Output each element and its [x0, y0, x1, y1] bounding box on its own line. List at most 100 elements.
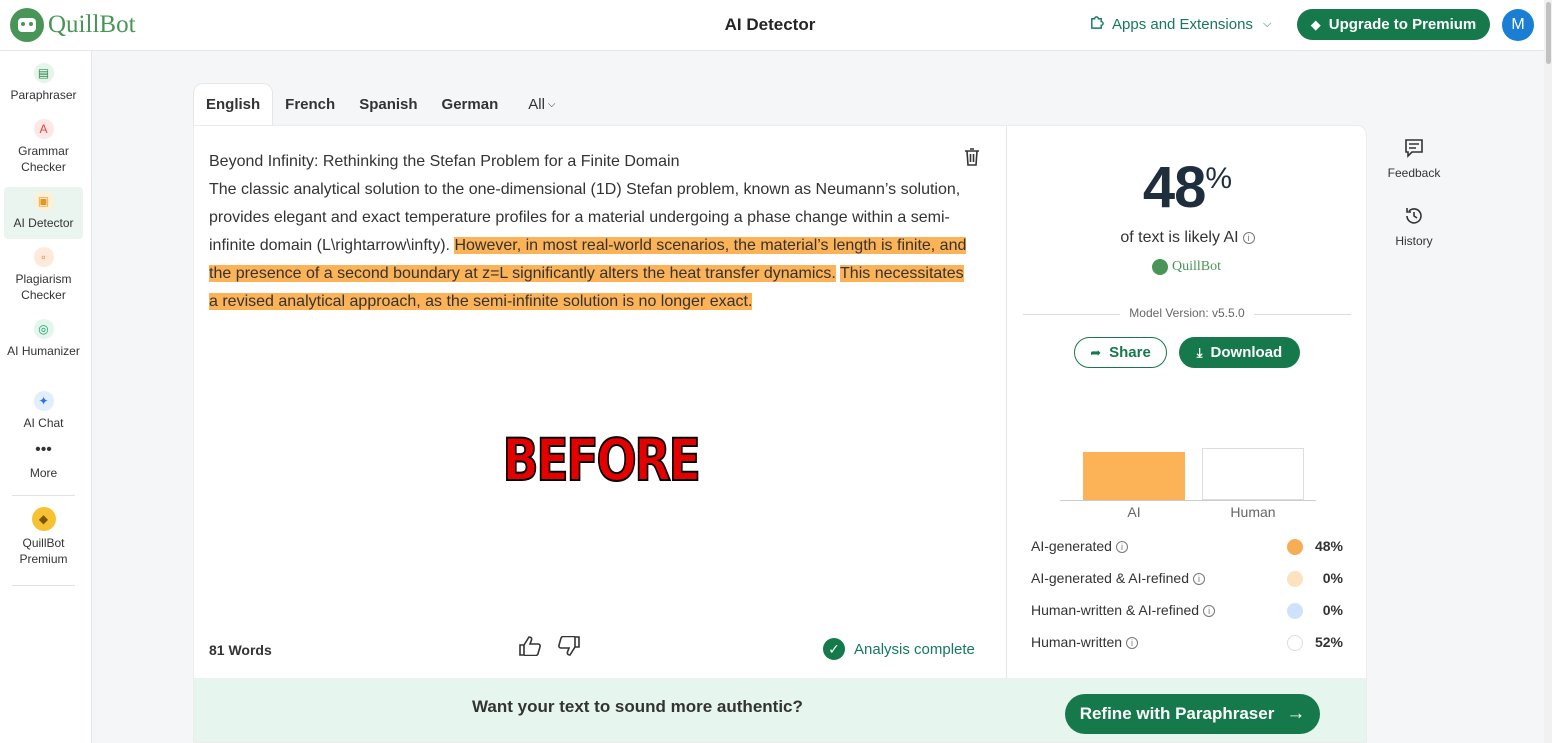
- info-icon[interactable]: i: [1193, 573, 1205, 586]
- document-title-line: Beyond Infinity: Rethinking the Stefan P…: [209, 153, 680, 170]
- sidebar-item-label: QuillBot Premium: [19, 536, 68, 566]
- history-button[interactable]: History: [1378, 206, 1450, 248]
- refine-with-paraphraser-button[interactable]: Refine with Paraphraser →: [1065, 694, 1320, 734]
- info-icon[interactable]: i: [1115, 541, 1128, 554]
- grammar-checker-icon: A: [33, 119, 54, 139]
- tab-french[interactable]: French: [273, 83, 347, 125]
- ai-score-suffix: %: [1205, 162, 1233, 195]
- sidebar-item-plagiarism-checker[interactable]: ▫ Plagiarism Checker: [4, 247, 83, 309]
- share-label: Share: [1109, 344, 1151, 361]
- avatar[interactable]: M: [1502, 9, 1534, 41]
- feedback-button[interactable]: Feedback: [1378, 138, 1450, 180]
- text-editor[interactable]: Beyond Infinity: Rethinking the Stefan P…: [194, 126, 1007, 678]
- more-icon: •••: [35, 441, 52, 458]
- editor-footer: 81 Words ✓ Analysis complete: [194, 632, 1007, 666]
- breakdown-label: AI-generated & AI-refined i: [1031, 570, 1205, 586]
- banner-message: Want your text to sound more authentic?: [472, 697, 803, 716]
- sidebar-item-more[interactable]: ••• More: [4, 441, 83, 485]
- breakdown-row-ai-generated: AI-generated i 48%: [1031, 536, 1343, 556]
- breakdown-swatch: [1287, 539, 1303, 555]
- likely-ai-label: of text is likely AI: [1120, 229, 1239, 246]
- sidebar-item-label: AI Chat: [23, 416, 64, 430]
- sidebar-item-grammar-checker[interactable]: A Grammar Checker: [4, 119, 83, 181]
- chart-label-ai: AI: [1127, 504, 1141, 520]
- refine-label: Refine with Paraphraser: [1079, 704, 1275, 723]
- sidebar-divider: [12, 495, 75, 496]
- share-button[interactable]: ➦ Share: [1074, 337, 1167, 368]
- analysis-status: ✓ Analysis complete: [823, 638, 975, 660]
- word-count: 81 Words: [209, 642, 272, 658]
- top-bar: QuillBot AI Detector Apps and Extensions…: [0, 0, 1552, 51]
- before-overlay-label: BEFORE: [502, 425, 702, 495]
- tab-german[interactable]: German: [430, 83, 511, 125]
- sidebar-item-label: More: [29, 466, 58, 480]
- language-tabs: English French Spanish German All ⌵: [193, 83, 568, 125]
- thumbs-up-icon[interactable]: [519, 636, 541, 662]
- upgrade-button[interactable]: ◆ Upgrade to Premium: [1297, 9, 1490, 40]
- ai-humanizer-icon: ◎: [33, 319, 54, 339]
- brand-text: QuillBot: [1172, 259, 1222, 274]
- info-icon[interactable]: i: [1126, 637, 1139, 650]
- sidebar-item-ai-chat[interactable]: ✦ AI Chat: [4, 391, 83, 437]
- feedback-icon: [1378, 138, 1450, 162]
- sidebar-item-label: AI Detector: [13, 216, 74, 230]
- tab-english[interactable]: English: [193, 83, 274, 125]
- sidebar-item-quillbot-premium[interactable]: ◆ QuillBot Premium: [4, 507, 83, 569]
- breakdown-value: 52%: [1314, 634, 1343, 650]
- results-panel: 48% of text is likely AI i QuillBot Model…: [1007, 126, 1366, 678]
- download-button[interactable]: ⤓ Download: [1179, 337, 1300, 368]
- refine-banner: Want your text to sound more authentic? …: [194, 678, 1366, 742]
- quillbot-brand-mark: QuillBot: [1152, 259, 1221, 275]
- tab-spanish[interactable]: Spanish: [347, 83, 429, 125]
- tab-all-languages[interactable]: All ⌵: [516, 83, 567, 125]
- model-version: Model Version: v5.5.0: [1023, 306, 1351, 322]
- download-label: Download: [1210, 344, 1283, 361]
- chart-bar-ai: [1083, 452, 1185, 500]
- download-icon: ⤓: [1196, 344, 1203, 360]
- likely-ai-text: of text is likely AI i: [1007, 229, 1366, 247]
- feedback-label: Feedback: [1387, 166, 1441, 180]
- breakdown-row-human-written-ai-refined: Human-written & AI-refined i 0%: [1031, 600, 1343, 620]
- sidebar-item-label: Grammar Checker: [18, 144, 69, 174]
- paraphraser-icon: ▤: [33, 63, 54, 83]
- sidebar-item-label: AI Humanizer: [7, 344, 80, 358]
- breakdown-label: Human-written i: [1031, 634, 1139, 650]
- sidebar-item-label: Plagiarism Checker: [15, 272, 72, 302]
- history-label: History: [1395, 234, 1433, 248]
- scrollbar-thumb[interactable]: [1546, 2, 1551, 64]
- sidebar-item-ai-detector[interactable]: ▣ AI Detector: [4, 187, 83, 239]
- puzzle-icon: [1089, 15, 1104, 34]
- breakdown-value: 48%: [1314, 538, 1343, 554]
- breakdown-swatch: [1287, 635, 1303, 651]
- chart-axis: [1060, 500, 1316, 501]
- ai-vs-human-chart: AI Human: [1060, 426, 1316, 522]
- apps-and-extensions-menu[interactable]: Apps and Extensions ⌵: [1089, 15, 1271, 34]
- model-version-label: Model Version: v5.5.0: [1120, 306, 1254, 320]
- breakdown-label: Human-written & AI-refined i: [1031, 602, 1216, 618]
- share-icon: ➦: [1090, 344, 1102, 360]
- sidebar-item-paraphraser[interactable]: ▤ Paraphraser: [4, 63, 83, 109]
- breakdown-row-human-written: Human-written i 52%: [1031, 632, 1343, 652]
- breakdown-label: AI-generated i: [1031, 538, 1128, 554]
- document-text[interactable]: Beyond Infinity: Rethinking the Stefan P…: [209, 148, 969, 316]
- ai-chat-icon: ✦: [33, 391, 54, 411]
- breakdown-swatch: [1287, 571, 1303, 587]
- info-icon[interactable]: i: [1203, 605, 1216, 618]
- sidebar-item-ai-humanizer[interactable]: ◎ AI Humanizer: [4, 319, 83, 381]
- thumbs-down-icon[interactable]: [558, 635, 580, 662]
- chart-label-human: Human: [1230, 504, 1276, 520]
- ai-detector-icon: ▣: [33, 191, 54, 211]
- ai-score-value: 48: [1142, 155, 1207, 220]
- arrow-right-icon: →: [1286, 703, 1306, 724]
- premium-gem-icon: ◆: [31, 507, 56, 531]
- check-circle-icon: ✓: [823, 638, 845, 660]
- breakdown-row-ai-generated-ai-refined: AI-generated & AI-refined i 0%: [1031, 568, 1343, 588]
- sidebar: ▤ Paraphraser A Grammar Checker ▣ AI Det…: [0, 51, 92, 743]
- sidebar-item-label: Paraphraser: [10, 88, 77, 102]
- detector-card: Beyond Infinity: Rethinking the Stefan P…: [193, 125, 1367, 743]
- apps-label: Apps and Extensions: [1112, 16, 1253, 33]
- info-icon[interactable]: i: [1242, 231, 1255, 244]
- scrollbar-track[interactable]: [1544, 0, 1552, 743]
- trash-icon[interactable]: [964, 148, 980, 166]
- breakdown-value: 0%: [1322, 570, 1343, 586]
